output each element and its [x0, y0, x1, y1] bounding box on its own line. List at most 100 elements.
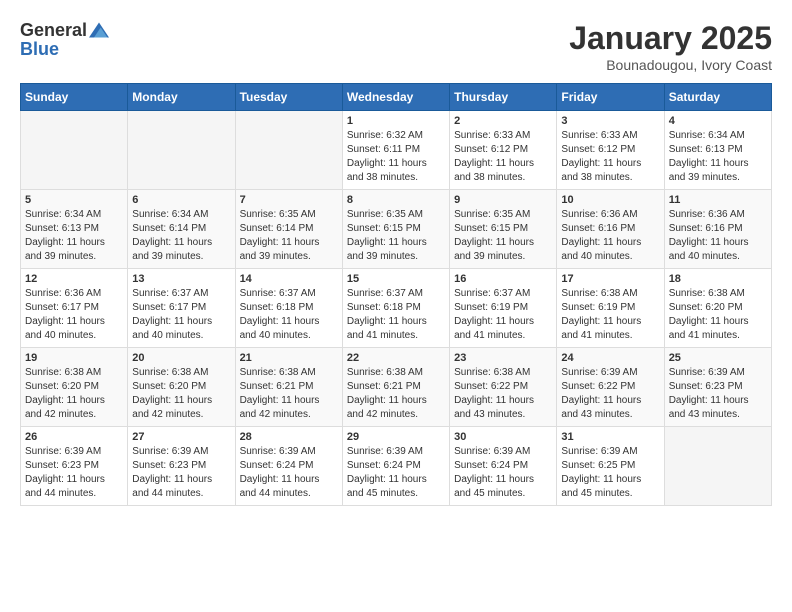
- calendar-cell: [128, 111, 235, 190]
- day-number: 27: [132, 431, 230, 443]
- day-info: Sunrise: 6:37 AMSunset: 6:18 PMDaylight:…: [240, 287, 338, 343]
- day-info: Sunrise: 6:35 AMSunset: 6:14 PMDaylight:…: [240, 208, 338, 264]
- day-number: 31: [561, 431, 659, 443]
- day-info: Sunrise: 6:36 AMSunset: 6:16 PMDaylight:…: [669, 208, 767, 264]
- calendar-cell: 2 Sunrise: 6:33 AMSunset: 6:12 PMDaylight…: [450, 111, 557, 190]
- calendar-cell: 12 Sunrise: 6:36 AMSunset: 6:17 PMDayligh…: [21, 269, 128, 348]
- day-number: 3: [561, 115, 659, 127]
- day-number: 14: [240, 273, 338, 285]
- calendar-cell: 24Sunrise: 6:39 AMSunset: 6:22 PMDayligh…: [557, 348, 664, 427]
- day-number: 11: [669, 194, 767, 206]
- title-block: January 2025 Bounadougou, Ivory Coast: [569, 20, 772, 73]
- day-number: 30: [454, 431, 552, 443]
- day-number: 10: [561, 194, 659, 206]
- calendar-table: SundayMondayTuesdayWednesdayThursdayFrid…: [20, 83, 772, 506]
- calendar-cell: 26 Sunrise: 6:39 AMSunset: 6:23 PMDayligh…: [21, 427, 128, 506]
- day-info: Sunrise: 6:33 AMSunset: 6:12 PMDaylight:…: [561, 129, 659, 185]
- calendar-cell: 23 Sunrise: 6:38 AMSunset: 6:22 PMDayligh…: [450, 348, 557, 427]
- calendar-cell: 18 Sunrise: 6:38 AMSunset: 6:20 PMDayligh…: [664, 269, 771, 348]
- day-number: 5: [25, 194, 123, 206]
- day-info: Sunrise: 6:38 AMSunset: 6:21 PMDaylight:…: [240, 366, 338, 422]
- day-info: Sunrise: 6:37 AMSunset: 6:19 PMDaylight:…: [454, 287, 552, 343]
- calendar-cell: 4Sunrise: 6:34 AMSunset: 6:13 PMDaylight…: [664, 111, 771, 190]
- day-info: Sunrise: 6:38 AMSunset: 6:22 PMDaylight:…: [454, 366, 552, 422]
- day-number: 6: [132, 194, 230, 206]
- calendar-cell: 7 Sunrise: 6:35 AMSunset: 6:14 PMDaylight…: [235, 190, 342, 269]
- calendar-cell: 28 Sunrise: 6:39 AMSunset: 6:24 PMDayligh…: [235, 427, 342, 506]
- calendar-cell: 16 Sunrise: 6:37 AMSunset: 6:19 PMDayligh…: [450, 269, 557, 348]
- day-info: Sunrise: 6:35 AMSunset: 6:15 PMDaylight:…: [347, 208, 445, 264]
- calendar-cell: 10 Sunrise: 6:36 AMSunset: 6:16 PMDayligh…: [557, 190, 664, 269]
- logo-blue: Blue: [20, 40, 59, 58]
- day-number: 24: [561, 352, 659, 364]
- weekday-header: Saturday: [664, 84, 771, 111]
- calendar-cell: 8 Sunrise: 6:35 AMSunset: 6:15 PMDaylight…: [342, 190, 449, 269]
- day-number: 18: [669, 273, 767, 285]
- day-number: 1: [347, 115, 445, 127]
- calendar-cell: 19Sunrise: 6:38 AMSunset: 6:20 PMDayligh…: [21, 348, 128, 427]
- day-info: Sunrise: 6:35 AMSunset: 6:15 PMDaylight:…: [454, 208, 552, 264]
- day-info: Sunrise: 6:34 AMSunset: 6:13 PMDaylight:…: [25, 208, 123, 264]
- day-number: 28: [240, 431, 338, 443]
- day-info: Sunrise: 6:39 AMSunset: 6:23 PMDaylight:…: [25, 445, 123, 501]
- logo-general: General: [20, 21, 87, 39]
- day-info: Sunrise: 6:38 AMSunset: 6:20 PMDaylight:…: [132, 366, 230, 422]
- day-info: Sunrise: 6:39 AMSunset: 6:24 PMDaylight:…: [240, 445, 338, 501]
- day-info: Sunrise: 6:33 AMSunset: 6:12 PMDaylight:…: [454, 129, 552, 185]
- day-info: Sunrise: 6:37 AMSunset: 6:17 PMDaylight:…: [132, 287, 230, 343]
- calendar-cell: 31Sunrise: 6:39 AMSunset: 6:25 PMDayligh…: [557, 427, 664, 506]
- day-number: 9: [454, 194, 552, 206]
- calendar-week-row: 1 Sunrise: 6:32 AMSunset: 6:11 PMDaylight…: [21, 111, 772, 190]
- day-info: Sunrise: 6:38 AMSunset: 6:21 PMDaylight:…: [347, 366, 445, 422]
- day-info: Sunrise: 6:39 AMSunset: 6:24 PMDaylight:…: [347, 445, 445, 501]
- day-info: Sunrise: 6:37 AMSunset: 6:18 PMDaylight:…: [347, 287, 445, 343]
- day-info: Sunrise: 6:39 AMSunset: 6:23 PMDaylight:…: [132, 445, 230, 501]
- day-number: 22: [347, 352, 445, 364]
- calendar-cell: 14 Sunrise: 6:37 AMSunset: 6:18 PMDayligh…: [235, 269, 342, 348]
- day-info: Sunrise: 6:38 AMSunset: 6:20 PMDaylight:…: [669, 287, 767, 343]
- calendar-cell: 3 Sunrise: 6:33 AMSunset: 6:12 PMDaylight…: [557, 111, 664, 190]
- subtitle: Bounadougou, Ivory Coast: [569, 57, 772, 73]
- calendar-cell: 6 Sunrise: 6:34 AMSunset: 6:14 PMDaylight…: [128, 190, 235, 269]
- calendar-cell: [235, 111, 342, 190]
- day-number: 16: [454, 273, 552, 285]
- calendar-cell: 13 Sunrise: 6:37 AMSunset: 6:17 PMDayligh…: [128, 269, 235, 348]
- calendar-week-row: 12 Sunrise: 6:36 AMSunset: 6:17 PMDayligh…: [21, 269, 772, 348]
- weekday-header: Thursday: [450, 84, 557, 111]
- day-info: Sunrise: 6:38 AMSunset: 6:19 PMDaylight:…: [561, 287, 659, 343]
- day-number: 25: [669, 352, 767, 364]
- calendar-cell: 5 Sunrise: 6:34 AMSunset: 6:13 PMDaylight…: [21, 190, 128, 269]
- weekday-header: Monday: [128, 84, 235, 111]
- weekday-header: Tuesday: [235, 84, 342, 111]
- day-number: 29: [347, 431, 445, 443]
- calendar-cell: [664, 427, 771, 506]
- calendar-cell: 21 Sunrise: 6:38 AMSunset: 6:21 PMDayligh…: [235, 348, 342, 427]
- day-number: 23: [454, 352, 552, 364]
- calendar-cell: 20Sunrise: 6:38 AMSunset: 6:20 PMDayligh…: [128, 348, 235, 427]
- calendar-week-row: 26 Sunrise: 6:39 AMSunset: 6:23 PMDayligh…: [21, 427, 772, 506]
- day-number: 4: [669, 115, 767, 127]
- day-number: 15: [347, 273, 445, 285]
- day-number: 7: [240, 194, 338, 206]
- weekday-header: Friday: [557, 84, 664, 111]
- day-info: Sunrise: 6:38 AMSunset: 6:20 PMDaylight:…: [25, 366, 123, 422]
- calendar-cell: 27 Sunrise: 6:39 AMSunset: 6:23 PMDayligh…: [128, 427, 235, 506]
- day-info: Sunrise: 6:34 AMSunset: 6:14 PMDaylight:…: [132, 208, 230, 264]
- calendar-cell: 22 Sunrise: 6:38 AMSunset: 6:21 PMDayligh…: [342, 348, 449, 427]
- calendar-cell: 17Sunrise: 6:38 AMSunset: 6:19 PMDayligh…: [557, 269, 664, 348]
- day-number: 8: [347, 194, 445, 206]
- day-number: 12: [25, 273, 123, 285]
- calendar-week-row: 5 Sunrise: 6:34 AMSunset: 6:13 PMDaylight…: [21, 190, 772, 269]
- calendar-cell: 1 Sunrise: 6:32 AMSunset: 6:11 PMDaylight…: [342, 111, 449, 190]
- logo: General Blue: [20, 20, 109, 58]
- day-info: Sunrise: 6:36 AMSunset: 6:16 PMDaylight:…: [561, 208, 659, 264]
- day-info: Sunrise: 6:36 AMSunset: 6:17 PMDaylight:…: [25, 287, 123, 343]
- day-info: Sunrise: 6:39 AMSunset: 6:23 PMDaylight:…: [669, 366, 767, 422]
- day-number: 2: [454, 115, 552, 127]
- day-number: 26: [25, 431, 123, 443]
- day-info: Sunrise: 6:32 AMSunset: 6:11 PMDaylight:…: [347, 129, 445, 185]
- day-info: Sunrise: 6:39 AMSunset: 6:24 PMDaylight:…: [454, 445, 552, 501]
- day-number: 21: [240, 352, 338, 364]
- day-number: 13: [132, 273, 230, 285]
- calendar-header-row: SundayMondayTuesdayWednesdayThursdayFrid…: [21, 84, 772, 111]
